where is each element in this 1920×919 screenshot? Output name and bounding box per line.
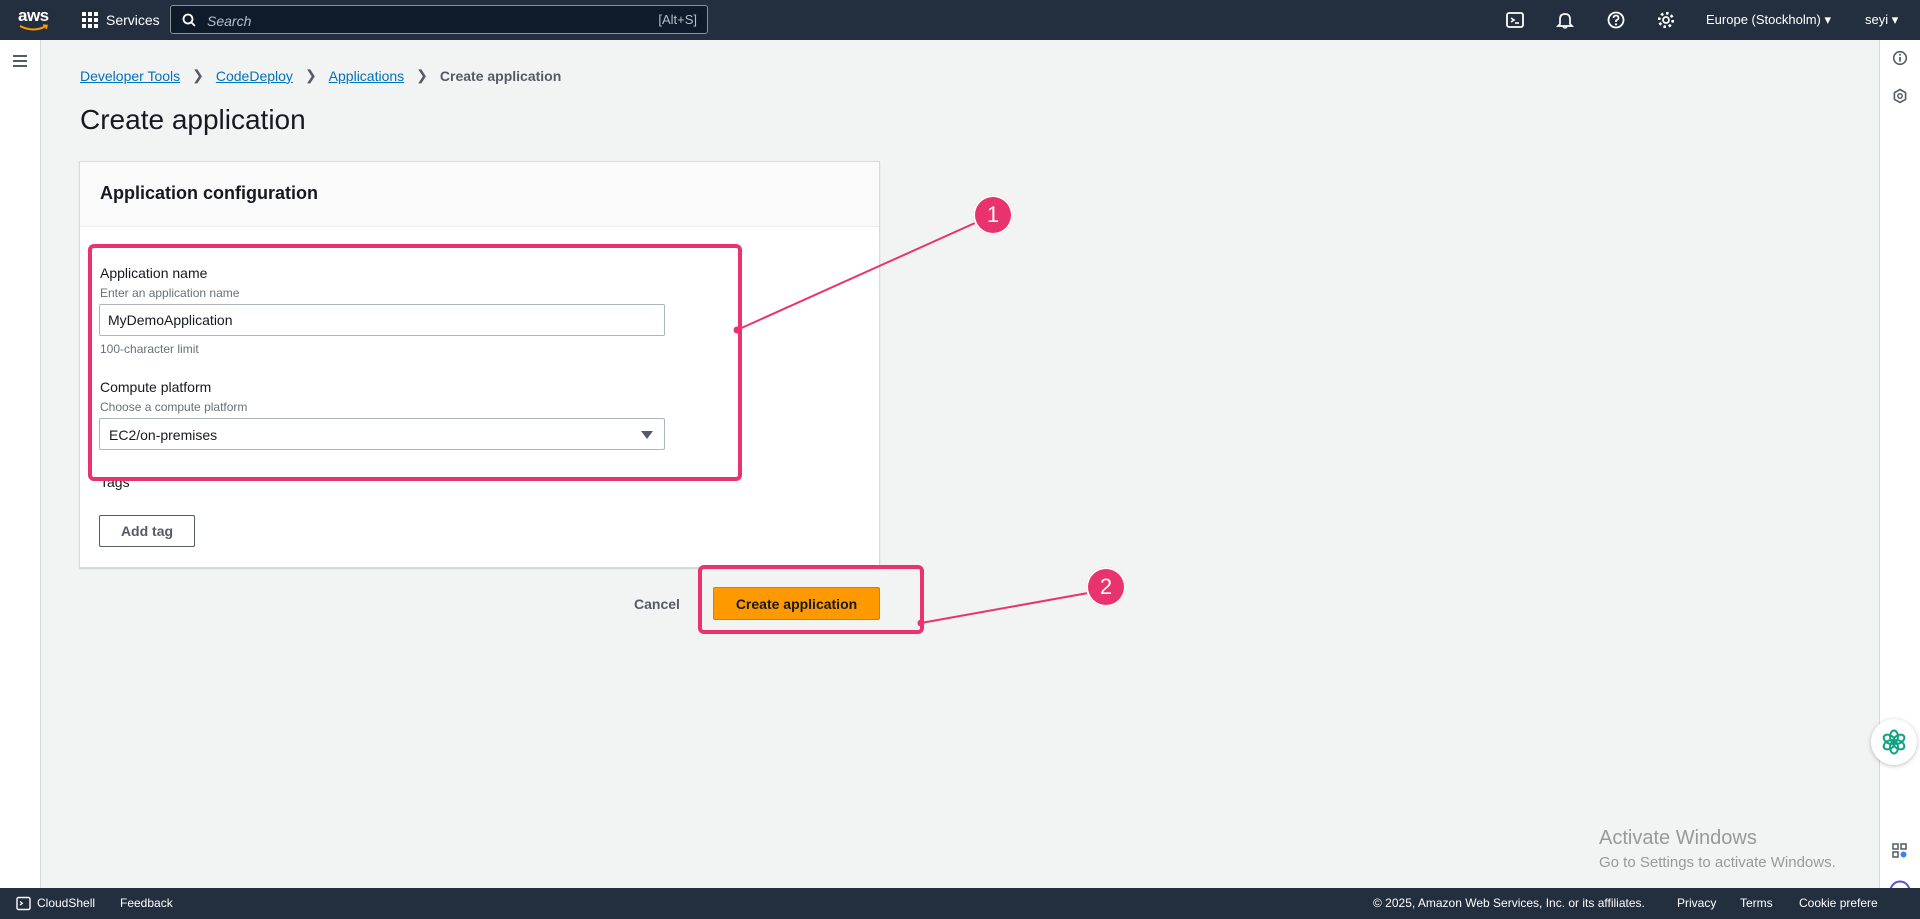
services-label: Services [106,12,160,28]
add-tag-button[interactable]: Add tag [99,515,195,547]
highlight-box-step-2 [698,565,924,634]
top-navigation: aws Services [Alt+S] Europe (Stockholm) … [0,0,1920,40]
panel-header: Application configuration [80,162,879,227]
aws-logo-text: aws [18,6,49,25]
breadcrumb-applications[interactable]: Applications [329,68,405,84]
callout-badge-2: 2 [1086,567,1126,607]
panel-title: Application configuration [100,183,318,203]
footer-bar: CloudShell Feedback © 2025, Amazon Web S… [0,888,1920,919]
help-icon[interactable] [1606,10,1626,30]
info-icon[interactable] [1892,50,1908,66]
windows-activation-watermark: Activate Windows Go to Settings to activ… [1599,827,1836,871]
cancel-button[interactable]: Cancel [628,592,686,616]
search-icon [182,13,196,27]
grid-icon [82,12,98,28]
services-menu-button[interactable]: Services [82,0,160,40]
hexagon-settings-icon[interactable] [1892,88,1908,104]
terminal-icon [16,896,31,911]
region-selector[interactable]: Europe (Stockholm) ▾ [1706,0,1831,40]
search-input[interactable] [205,10,609,32]
watermark-subtitle: Go to Settings to activate Windows. [1599,854,1836,871]
breadcrumb-codedeploy[interactable]: CodeDeploy [216,68,293,84]
left-sidebar-rail [0,40,41,888]
page-title: Create application [80,104,306,135]
openai-flower-icon [1882,729,1906,755]
cloudshell-label: CloudShell [37,896,96,910]
breadcrumb-current: Create application [439,67,562,84]
watermark-title: Activate Windows [1599,827,1757,849]
bell-icon[interactable] [1555,10,1575,30]
search-bar[interactable]: [Alt+S] [170,5,708,34]
chevron-right-icon: ❯ [192,67,204,83]
apps-icon[interactable] [1891,842,1909,860]
gear-icon[interactable] [1656,10,1676,30]
cloudshell-icon[interactable] [1505,10,1525,30]
hamburger-menu-icon[interactable] [13,55,27,70]
chevron-right-icon: ❯ [304,67,317,83]
user-menu[interactable]: seyi ▾ [1865,0,1898,40]
feedback-link[interactable]: Feedback [120,888,173,919]
breadcrumb-developer-tools[interactable]: Developer Tools [80,68,180,84]
cloudshell-footer-button[interactable]: CloudShell [16,888,95,919]
floating-ai-button[interactable] [1871,719,1917,765]
privacy-link[interactable]: Privacy [1677,888,1716,919]
highlight-box-step-1 [88,244,742,481]
terms-link[interactable]: Terms [1740,888,1773,919]
aws-logo[interactable]: aws [18,5,50,35]
search-shortcut-hint: [Alt+S] [658,12,697,27]
chevron-right-icon: ❯ [416,67,428,83]
callout-badge-1: 1 [973,195,1013,235]
breadcrumb: Developer Tools ❯ CodeDeploy ❯ Applicati… [80,67,561,84]
copyright-text: © 2025, Amazon Web Services, Inc. or its… [1373,896,1645,910]
cookie-preferences-link[interactable]: Cookie prefere [1799,888,1879,919]
